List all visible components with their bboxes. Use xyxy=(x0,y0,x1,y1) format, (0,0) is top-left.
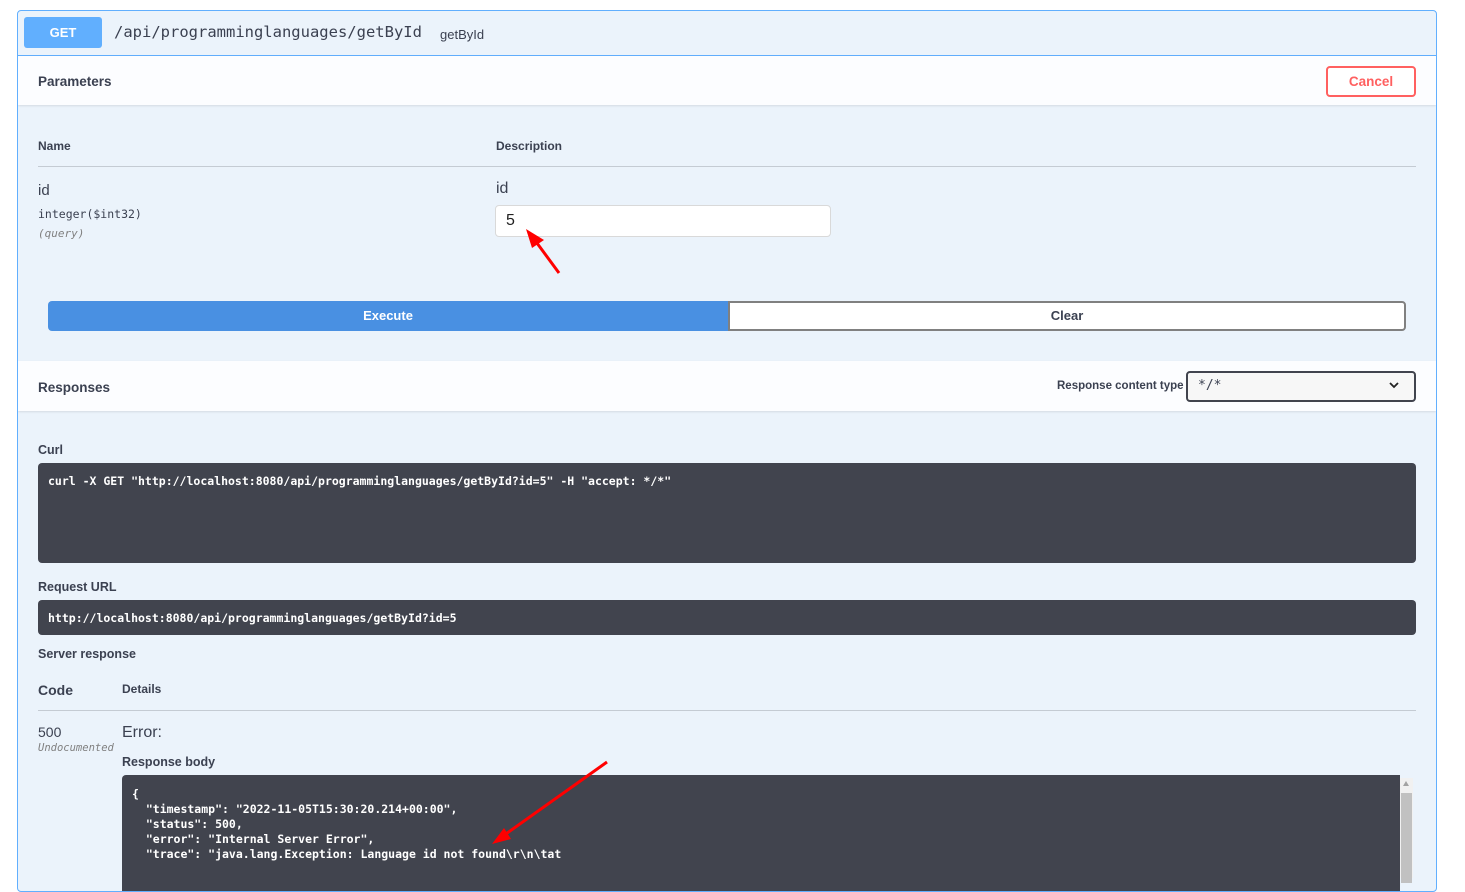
server-response-label: Server response xyxy=(38,647,136,661)
response-code-note: Undocumented xyxy=(38,742,114,754)
response-body-scrollbar[interactable] xyxy=(1400,778,1413,883)
request-url-label: Request URL xyxy=(38,580,117,594)
execute-button[interactable]: Execute xyxy=(48,301,728,331)
response-content-type-value: */* xyxy=(1198,378,1222,393)
response-body-line: "status": 500, xyxy=(132,817,243,831)
response-content-type-label: Response content type xyxy=(1057,380,1184,392)
operation-path: /api/programminglanguages/getById xyxy=(114,23,422,41)
http-method-badge: GET xyxy=(24,17,102,48)
response-body-line: "error": "Internal Server Error", xyxy=(132,832,375,846)
responses-divider xyxy=(38,710,1416,711)
parameters-title: Parameters xyxy=(38,74,112,89)
scroll-up-icon[interactable] xyxy=(1403,781,1409,786)
parameter-name: id xyxy=(38,182,50,199)
responses-header: Responses Response content type */* xyxy=(18,361,1436,411)
response-body-label: Response body xyxy=(122,755,216,769)
response-code: 500 xyxy=(38,724,62,740)
operation-summary[interactable]: GET /api/programminglanguages/getById ge… xyxy=(18,11,1436,56)
request-url-block: http://localhost:8080/api/programminglan… xyxy=(38,600,1416,635)
chevron-down-icon xyxy=(1389,382,1399,389)
parameters-header: Parameters Cancel xyxy=(18,56,1436,105)
response-body-line: { xyxy=(132,787,139,801)
error-title: Error: xyxy=(122,724,162,741)
parameter-location: (query) xyxy=(38,227,85,240)
curl-code-block: curl -X GET "http://localhost:8080/api/p… xyxy=(38,463,1416,563)
response-body-block[interactable]: { "timestamp": "2022-11-05T15:30:20.214+… xyxy=(122,775,1400,891)
id-input[interactable] xyxy=(495,205,831,237)
parameters-divider xyxy=(38,166,1416,167)
curl-command: curl -X GET "http://localhost:8080/api/p… xyxy=(48,474,672,488)
parameter-description: id xyxy=(496,180,509,197)
cancel-button[interactable]: Cancel xyxy=(1326,66,1416,97)
parameter-type: integer($int32) xyxy=(38,207,142,221)
request-url-value: http://localhost:8080/api/programminglan… xyxy=(48,611,457,625)
scrollbar-thumb[interactable] xyxy=(1401,793,1412,883)
responses-title: Responses xyxy=(38,380,111,395)
clear-button[interactable]: Clear xyxy=(728,301,1406,331)
response-body-line: "trace": "java.lang.Exception: Language … xyxy=(132,847,562,861)
operation-id: getById xyxy=(440,27,485,42)
details-column-header: Details xyxy=(122,682,162,696)
response-body-line: "timestamp": "2022-11-05T15:30:20.214+00… xyxy=(132,802,458,816)
code-column-header: Code xyxy=(38,682,73,698)
response-content-type-select[interactable]: */* xyxy=(1186,371,1416,402)
operation-block: GET /api/programminglanguages/getById ge… xyxy=(17,10,1437,892)
column-description-header: Description xyxy=(496,139,563,153)
curl-label: Curl xyxy=(38,443,63,457)
column-name-header: Name xyxy=(38,139,71,153)
